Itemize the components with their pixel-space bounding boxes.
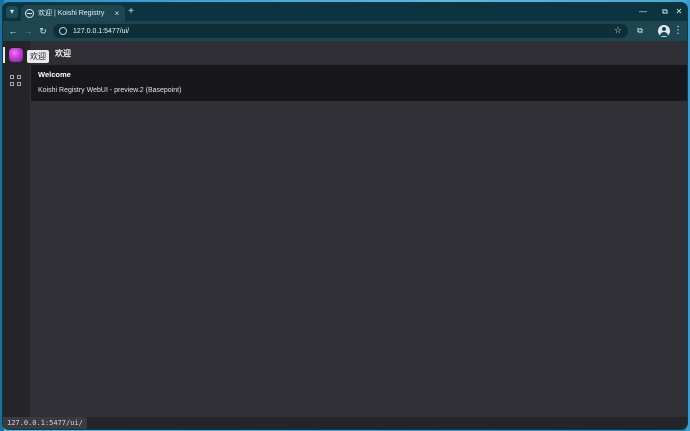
site-info-icon[interactable] bbox=[59, 27, 67, 35]
bookmark-star-icon[interactable]: ☆ bbox=[614, 25, 622, 36]
close-window-button[interactable]: ✕ bbox=[673, 6, 685, 18]
maximize-button[interactable]: ⧉ bbox=[659, 6, 671, 18]
profile-icon[interactable] bbox=[658, 25, 670, 37]
reload-button[interactable]: ↻ bbox=[37, 25, 49, 37]
address-bar[interactable]: 127.0.0.1:5477/ui/ ☆ bbox=[53, 24, 628, 38]
new-tab-button[interactable]: + bbox=[125, 5, 137, 19]
minimize-button[interactable]: — bbox=[637, 6, 649, 18]
browser-menu-icon[interactable]: ⋮ bbox=[672, 25, 684, 37]
page-title: 欢迎 bbox=[55, 48, 71, 58]
globe-icon bbox=[25, 8, 34, 18]
tab-search-button[interactable]: ▾ bbox=[6, 6, 18, 18]
page-header: 欢迎 bbox=[30, 41, 687, 65]
welcome-description: Koishi Registry WebUI - preview.2 (Basep… bbox=[38, 87, 182, 94]
browser-window: ▾ 欢迎 | Koishi Registry × + — ⧉ ✕ ← → ↻ 1… bbox=[3, 3, 687, 429]
status-url: 127.0.0.1:5477/ui/ bbox=[3, 417, 87, 429]
koishi-logo-icon[interactable] bbox=[9, 48, 23, 62]
tab-close-icon[interactable]: × bbox=[113, 9, 121, 18]
welcome-card: Welcome Koishi Registry WebUI - preview.… bbox=[31, 65, 687, 101]
tab-active[interactable]: 欢迎 | Koishi Registry × bbox=[21, 5, 125, 21]
status-bar: 127.0.0.1:5477/ui/ bbox=[3, 417, 687, 429]
browser-toolbar: ← → ↻ 127.0.0.1:5477/ui/ ☆ ⧉ ⋮ bbox=[3, 21, 687, 41]
extensions-icon[interactable]: ⧉ bbox=[634, 25, 646, 37]
forward-button[interactable]: → bbox=[22, 25, 34, 37]
welcome-heading: Welcome bbox=[38, 70, 71, 79]
activity-bar bbox=[3, 41, 30, 429]
koishi-app: 欢迎 欢迎 Welcome Koishi Registry WebUI - pr… bbox=[3, 41, 687, 429]
back-button[interactable]: ← bbox=[7, 25, 19, 37]
address-url: 127.0.0.1:5477/ui/ bbox=[73, 27, 130, 35]
active-indicator bbox=[3, 47, 5, 63]
market-grid-icon[interactable] bbox=[10, 75, 22, 87]
tab-title: 欢迎 | Koishi Registry bbox=[38, 10, 105, 17]
activity-tooltip: 欢迎 bbox=[27, 50, 49, 63]
tab-strip: ▾ 欢迎 | Koishi Registry × + — ⧉ ✕ bbox=[3, 3, 687, 21]
